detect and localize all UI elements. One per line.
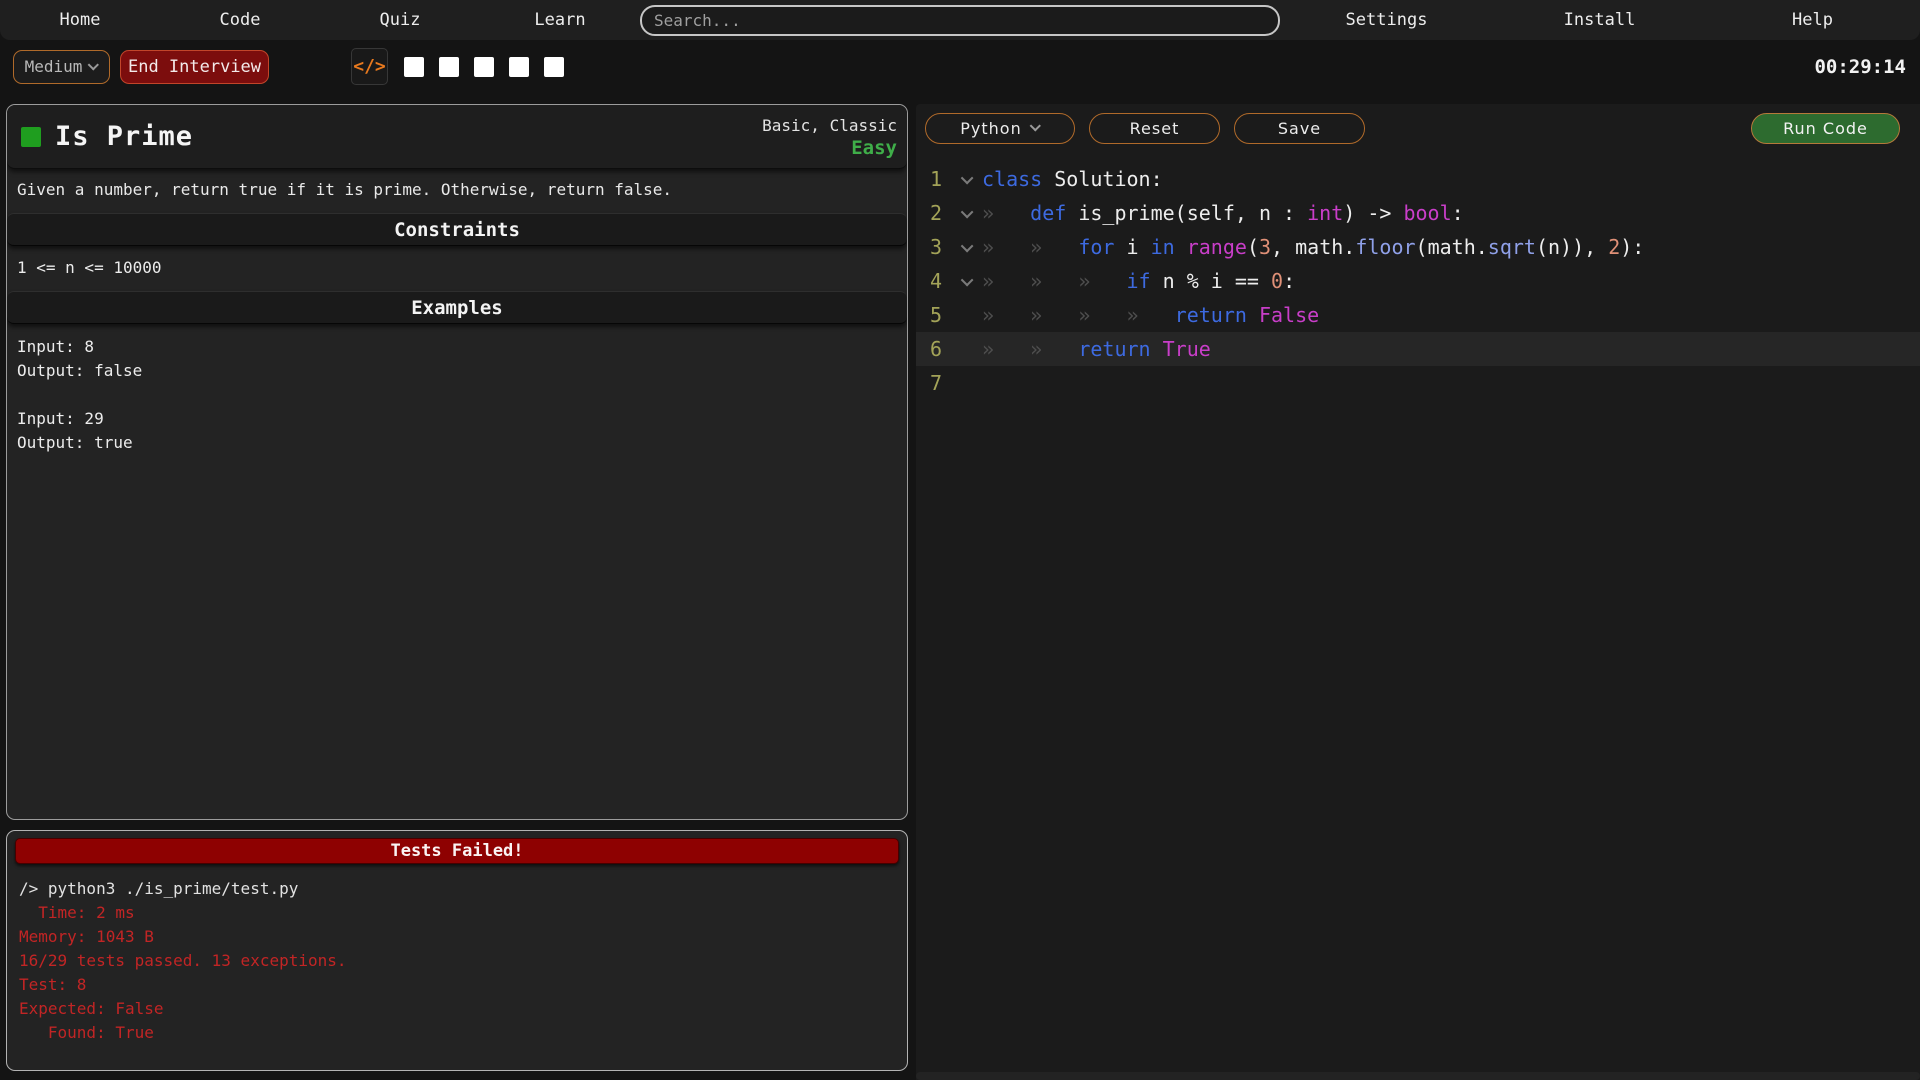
code-area[interactable]: 1 class Solution: 2 » def is_prime(self, n … [916, 152, 1920, 1072]
examples-header: Examples [7, 291, 907, 324]
fold-chevron-icon[interactable] [954, 277, 982, 286]
tests-status-banner: Tests Failed! [15, 838, 899, 864]
top-nav: HomeCodeQuizLearn SettingsInstallHelp [0, 0, 1920, 40]
tests-panel: Tests Failed! /> python3 ./is_prime/test… [6, 830, 908, 1071]
code-line[interactable]: 3 » » for i in range(3, math.floor(math.s… [916, 230, 1920, 264]
line-number: 1 [916, 167, 954, 191]
nav-item-quiz[interactable]: Quiz [320, 10, 480, 30]
console-line: Expected: False [19, 997, 895, 1021]
code-text: » » return True [982, 337, 1211, 361]
code-text: » » for i in range(3, math.floor(math.sq… [982, 235, 1644, 259]
end-interview-button[interactable]: End Interview [120, 50, 269, 84]
chevron-down-icon [1029, 120, 1040, 131]
main-area: Is Prime Basic, Classic Easy Given a num… [0, 93, 1920, 1080]
code-line[interactable]: 6 » » return True [916, 332, 1920, 366]
console-line: 16/29 tests passed. 13 exceptions. [19, 949, 895, 973]
code-text: » def is_prime(self, n : int) -> bool: [982, 201, 1464, 225]
code-line[interactable]: 4 » » » if n % i == 0: [916, 264, 1920, 298]
constraints-header: Constraints [7, 213, 907, 246]
line-number: 4 [916, 269, 954, 293]
examples-block: Input: 8 Output: false Input: 29 Output:… [7, 324, 907, 466]
progress-square[interactable] [474, 57, 494, 77]
nav-item-code[interactable]: Code [160, 10, 320, 30]
constraints-text: 1 <= n <= 10000 [7, 246, 907, 291]
interview-timer: 00:29:14 [1814, 56, 1906, 78]
nav-item-settings[interactable]: Settings [1280, 10, 1493, 30]
console-line: /> python3 ./is_prime/test.py [19, 877, 895, 901]
nav-item-learn[interactable]: Learn [480, 10, 640, 30]
code-line[interactable]: 7 [916, 366, 1920, 400]
line-number: 3 [916, 235, 954, 259]
problem-meta: Basic, Classic Easy [762, 115, 897, 159]
left-column: Is Prime Basic, Classic Easy Given a num… [6, 104, 908, 1080]
fold-chevron-icon[interactable] [954, 243, 982, 252]
code-text: » » » » return False [982, 303, 1319, 327]
difficulty-select-value: Medium [25, 57, 83, 76]
code-line[interactable]: 5 » » » » return False [916, 298, 1920, 332]
nav-item-home[interactable]: Home [0, 10, 160, 30]
fold-chevron-icon[interactable] [954, 175, 982, 184]
horizontal-scrollbar[interactable] [916, 1072, 1920, 1080]
language-select[interactable]: Python [925, 113, 1075, 144]
editor-toolbar: Python Reset Save Run Code [916, 104, 1920, 152]
code-line[interactable]: 2 » def is_prime(self, n : int) -> bool: [916, 196, 1920, 230]
search-input[interactable] [640, 5, 1280, 36]
code-line[interactable]: 1 class Solution: [916, 162, 1920, 196]
progress-square[interactable] [544, 57, 564, 77]
code-icon-glyph: </> [353, 56, 386, 77]
problem-description: Given a number, return true if it is pri… [7, 169, 907, 213]
code-icon[interactable]: </> [351, 48, 388, 85]
nav-right-group: SettingsInstallHelp [1280, 10, 1920, 30]
code-editor-panel: Python Reset Save Run Code 1 class Soluti… [916, 104, 1920, 1080]
problem-title-wrap: Is Prime [21, 121, 193, 152]
reset-button[interactable]: Reset [1089, 113, 1220, 144]
code-text: class Solution: [982, 167, 1163, 191]
line-number: 5 [916, 303, 954, 327]
language-select-value: Python [960, 119, 1021, 138]
fold-chevron-icon[interactable] [954, 209, 982, 218]
nav-item-help[interactable]: Help [1706, 10, 1919, 30]
problem-progress-squares [404, 57, 564, 77]
problem-status-square-icon [21, 127, 41, 147]
line-number: 2 [916, 201, 954, 225]
problem-header: Is Prime Basic, Classic Easy [7, 105, 907, 169]
problem-title: Is Prime [55, 121, 193, 152]
console-line: Found: True [19, 1021, 895, 1045]
line-number: 6 [916, 337, 954, 361]
save-button[interactable]: Save [1234, 113, 1365, 144]
console-line: Test: 8 [19, 973, 895, 997]
chevron-down-icon [88, 59, 99, 70]
interview-toolbar: Medium End Interview </> 00:29:14 [0, 40, 1920, 93]
nav-left-group: HomeCodeQuizLearn [0, 10, 640, 30]
console-line: Memory: 1043 B [19, 925, 895, 949]
run-code-button[interactable]: Run Code [1751, 113, 1900, 144]
line-number: 7 [916, 371, 954, 395]
progress-square[interactable] [404, 57, 424, 77]
problem-tags: Basic, Classic [762, 115, 897, 137]
console-line: Time: 2 ms [19, 901, 895, 925]
progress-square[interactable] [439, 57, 459, 77]
progress-square[interactable] [509, 57, 529, 77]
nav-item-install[interactable]: Install [1493, 10, 1706, 30]
test-console: /> python3 ./is_prime/test.py Time: 2 ms… [7, 869, 907, 1053]
difficulty-select[interactable]: Medium [13, 50, 110, 84]
problem-panel: Is Prime Basic, Classic Easy Given a num… [6, 104, 908, 820]
code-text: » » » if n % i == 0: [982, 269, 1295, 293]
problem-difficulty-badge: Easy [762, 137, 897, 159]
